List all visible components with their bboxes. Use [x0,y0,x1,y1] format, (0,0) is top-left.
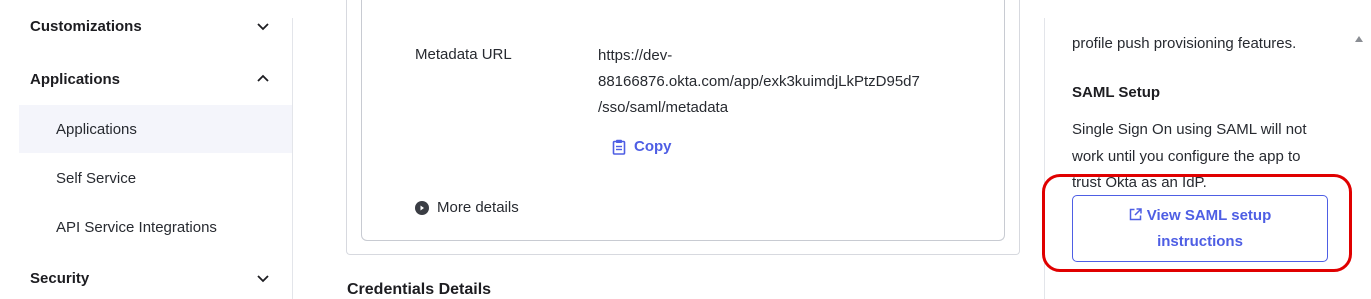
sidebar-item-api-service-integrations[interactable]: API Service Integrations [19,203,292,251]
more-details-toggle[interactable]: More details [415,199,519,216]
sidebar-item-self-service[interactable]: Self Service [19,154,292,202]
sidebar-group-security[interactable]: Security [30,265,270,291]
metadata-url-value: https://dev- 88166876.okta.com/app/exk3k… [598,43,978,121]
saml-button-label: instructions [1157,233,1243,250]
sidebar-divider [292,18,293,299]
sidebar-group-label: Customizations [30,17,142,35]
saml-setup-description: Single Sign On using SAML will not work … [1072,117,1337,197]
chevron-up-icon [257,74,269,82]
sidebar-item-label: Applications [56,120,137,138]
external-link-icon [1129,208,1142,221]
sidebar-group-label: Security [30,269,90,287]
sidebar-item-label: Self Service [56,169,137,187]
metadata-url-line: https://dev- [598,47,673,64]
sidebar-group-customizations[interactable]: Customizations [30,13,270,39]
provisioning-note: profile push provisioning features. [1072,35,1297,52]
right-column-divider [1044,18,1045,299]
sidebar-group-label: Applications [30,70,121,88]
chevron-down-icon [257,23,269,31]
copy-button[interactable]: Copy [612,138,672,155]
sidebar-item-label: API Service Integrations [56,218,217,236]
saml-button-line-1: View SAML setup [1073,203,1327,229]
clipboard-icon [612,139,626,155]
credentials-details-heading: Credentials Details [347,281,492,298]
sidebar-group-applications[interactable]: Applications [30,66,270,92]
metadata-url-line: /sso/saml/metadata [598,99,729,116]
saml-desc-line: trust Okta as an IdP. [1072,174,1207,191]
saml-button-label: View SAML setup [1146,207,1272,224]
saml-setup-heading: SAML Setup [1072,84,1161,101]
scroll-up-arrow[interactable] [1355,36,1363,42]
saml-desc-line: Single Sign On using SAML will not [1072,121,1307,138]
sidebar-item-applications[interactable]: Applications [19,105,292,153]
copy-label: Copy [634,138,672,155]
metadata-url-label: Metadata URL [415,46,512,63]
metadata-url-line: 88166876.okta.com/app/exk3kuimdjLkPtzD95… [598,73,920,90]
saml-desc-line: work until you configure the app to [1072,147,1301,165]
view-saml-setup-instructions-button[interactable]: View SAML setup instructions [1072,195,1328,262]
chevron-down-icon [257,275,269,283]
sidebar: Customizations Applications Applications… [0,0,294,299]
more-details-label: More details [437,199,519,216]
play-circle-icon [415,200,429,215]
